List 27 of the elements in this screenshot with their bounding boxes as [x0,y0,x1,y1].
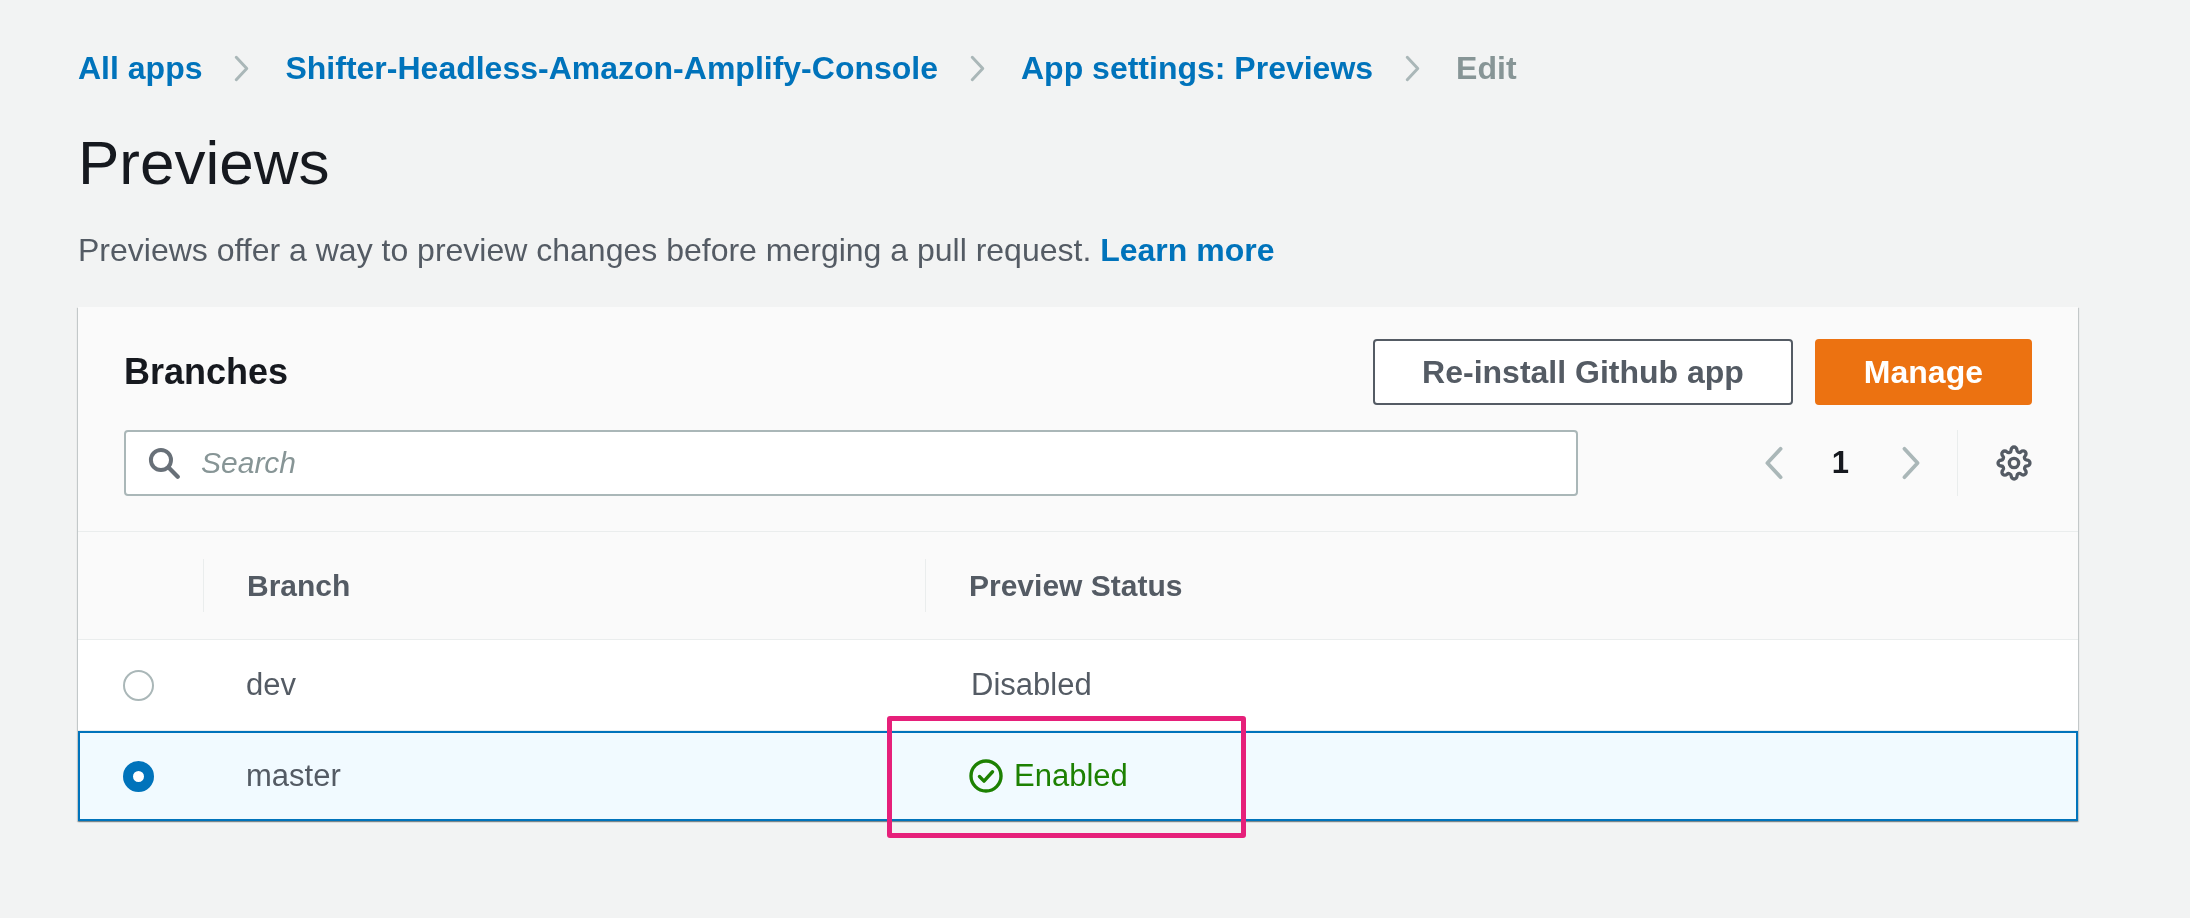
breadcrumb-link[interactable]: Shifter-Headless-Amazon-Amplify-Console [285,49,938,87]
page-title: Previews [78,127,330,199]
column-header[interactable]: Branch [247,568,351,603]
check-circle-icon [969,759,1003,793]
breadcrumb-link[interactable]: App settings: Previews [1021,49,1374,87]
branch-name: dev [246,667,296,703]
table-row[interactable]: dev Disabled [78,640,2078,731]
radio-button[interactable] [123,760,154,792]
chevron-right-icon [1405,54,1421,82]
branch-name: master [246,758,341,794]
card-title: Branches [124,351,289,393]
radio-button[interactable] [123,669,154,701]
table-row[interactable]: master Enabled [78,731,2078,821]
search-icon [148,447,180,479]
description-text: Previews offer a way to preview changes before merging a pull request. Learn more [78,231,1275,270]
secondary-button[interactable]: Re-install Github app [1373,339,1793,405]
page-number[interactable]: 1 [1831,445,1849,481]
breadcrumb-current: Edit [1456,49,1517,87]
chevron-right-icon [970,54,985,82]
search-field[interactable]: Search [124,430,1578,496]
status-text: Enabled [1014,758,1128,794]
status-text: Disabled [971,667,1092,703]
learn-more-link[interactable]: Learn more [1100,232,1275,268]
column-header[interactable]: Preview Status [969,568,1183,603]
chevron-right-icon [234,54,250,82]
breadcrumb-link[interactable]: All apps [78,49,203,87]
settings-icon[interactable] [1996,445,2032,481]
